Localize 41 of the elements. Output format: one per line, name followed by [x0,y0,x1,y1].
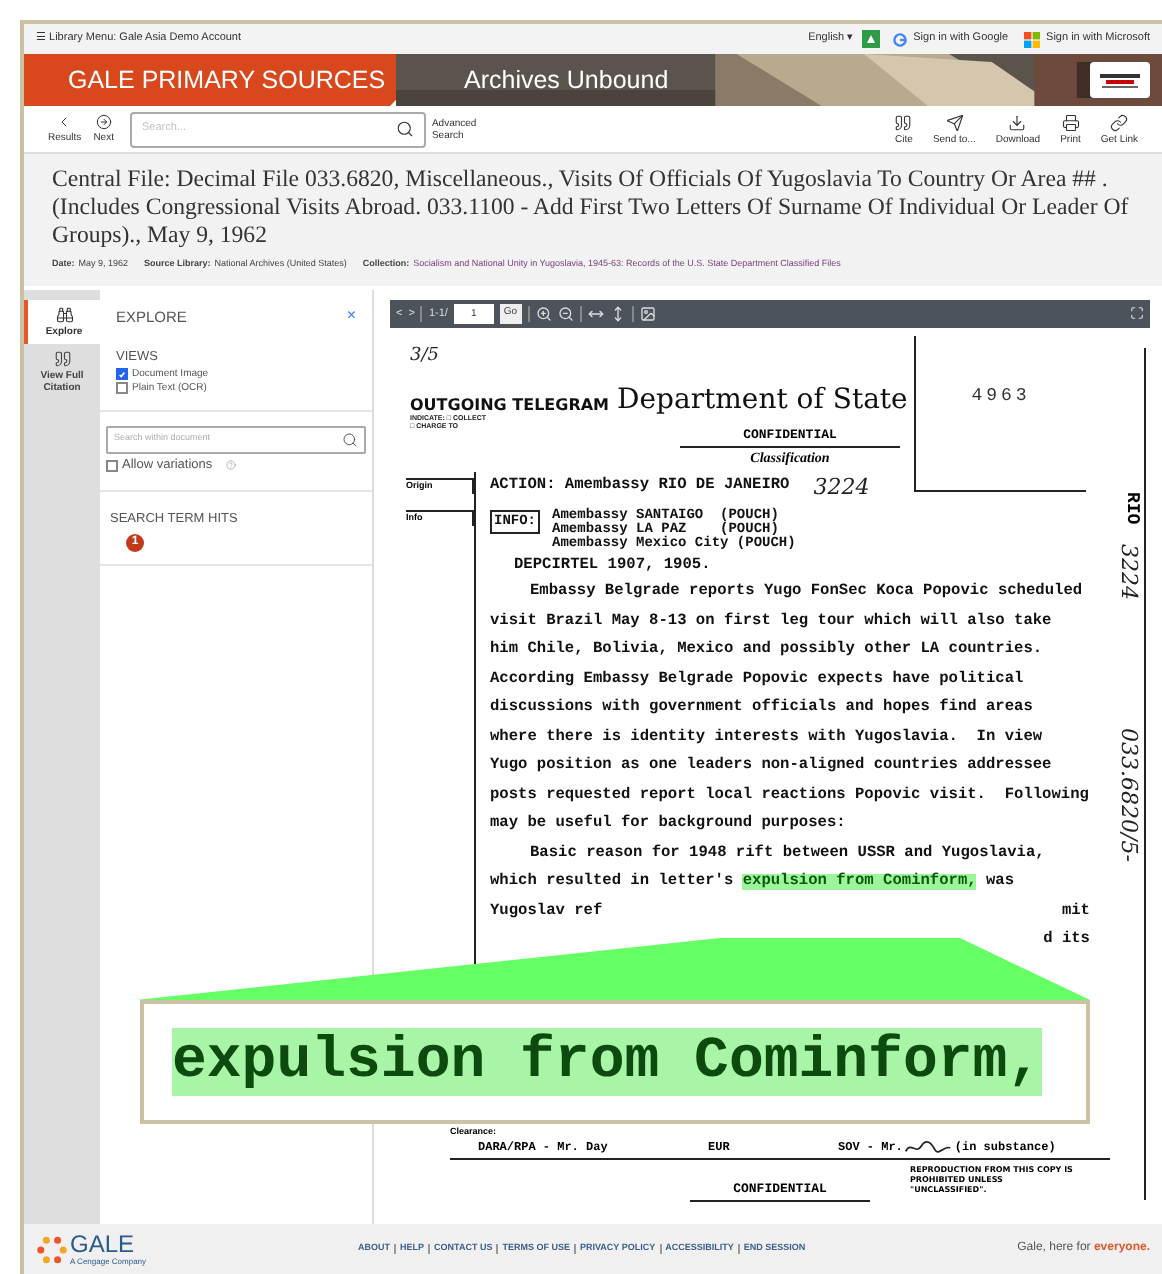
document-title: Central File: Decimal File 033.6820, Miscellaneous., Visits Of Officials Of Yugoslavia To Country Or Area ## . (Includes Congressional Visits Abroad. 033.1100 - Add First Two Letters Of Surname Of Individual Or Leader Of Groups)., May 9, 1962 [52,164,1131,248]
form-title: OUTGOING TELEGRAM [410,397,610,414]
handwritten-note: 033.6820/5- [1116,727,1142,862]
footer-brand: GALE [70,1233,137,1255]
fit-width-button[interactable] [587,305,604,322]
magnified-text: expulsion from Cominform, [172,1028,1043,1096]
google-logo-icon [891,31,908,47]
zoom-out-button[interactable] [557,305,574,322]
handwritten-note: 3224 [813,472,870,504]
close-button[interactable]: × [346,308,356,325]
handwritten-note: 3224 [1116,543,1142,600]
checkbox[interactable] [106,459,118,472]
search-icon [395,120,414,138]
search-icon [342,431,358,448]
fit-height-button[interactable] [609,305,626,322]
image-settings-button[interactable] [639,305,656,322]
checkbox[interactable] [116,382,128,395]
link-icon [1110,113,1129,131]
signature-drawing [904,1139,953,1155]
triangle-icon [865,34,876,44]
paper-plane-icon [945,113,964,131]
binoculars-icon [55,305,73,324]
checkmark-icon [118,369,126,380]
drive-button[interactable] [861,30,880,48]
quote-icon [894,113,913,131]
help-icon [226,460,237,471]
handwritten-note: 3/5 [410,343,439,370]
printer-icon [1061,113,1080,131]
download-icon [1008,113,1027,131]
microsoft-logo-icon [1024,31,1041,47]
gale-logo-icon [36,1233,68,1265]
checkbox[interactable] [116,368,128,381]
handwritten-note: RIO [1120,491,1142,524]
department-title: Department of State [617,385,908,414]
zoom-in-button[interactable] [535,305,552,322]
fullscreen-button[interactable] [1130,306,1144,321]
brand-title: GALE PRIMARY SOURCES [68,63,386,98]
library-logo-placeholder [1090,62,1150,98]
quote-icon [53,349,71,368]
stamp-number: 4963 [971,383,1031,410]
product-title: Archives Unbound [464,63,669,98]
